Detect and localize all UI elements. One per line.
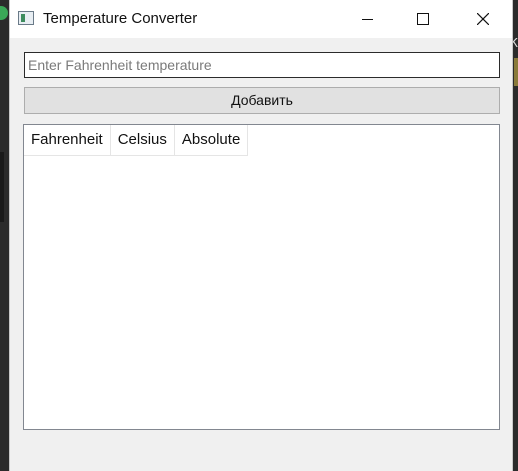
taskbar-app-icon-fragment [0, 6, 8, 20]
background-window-fragment [0, 152, 4, 222]
title-bar[interactable]: Temperature Converter [10, 0, 512, 38]
desktop-background-right: К [509, 0, 518, 471]
temperature-grid[interactable]: Fahrenheit Celsius Absolute [23, 124, 500, 430]
maximize-button[interactable] [400, 0, 446, 38]
app-window: Temperature Converter Добавить Fahrenhei… [10, 0, 512, 471]
close-button[interactable] [460, 0, 506, 38]
minimize-button[interactable] [344, 0, 390, 38]
column-header-fahrenheit[interactable]: Fahrenheit [24, 125, 111, 156]
column-header-absolute[interactable]: Absolute [174, 125, 249, 156]
desktop-background-left [0, 0, 10, 471]
fahrenheit-input[interactable] [24, 52, 500, 78]
grid-header: Fahrenheit Celsius Absolute [24, 125, 499, 156]
app-icon [18, 11, 34, 25]
minimize-icon [361, 18, 373, 20]
maximize-icon [417, 13, 429, 25]
window-title: Temperature Converter [43, 10, 198, 27]
add-button[interactable]: Добавить [24, 87, 500, 114]
close-icon [477, 13, 489, 25]
column-header-celsius[interactable]: Celsius [110, 125, 175, 156]
background-window-fragment [514, 58, 518, 86]
